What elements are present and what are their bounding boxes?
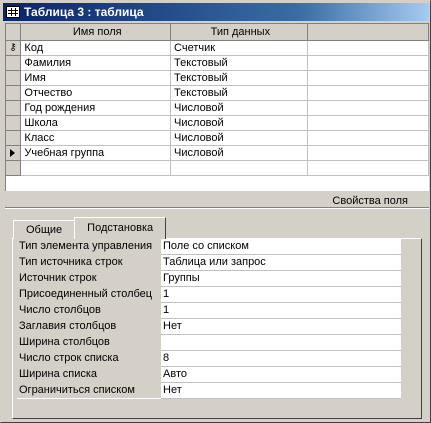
- property-value[interactable]: Поле со списком: [161, 238, 401, 255]
- row-selector[interactable]: [6, 115, 22, 131]
- property-row[interactable]: Ширина списка Авто: [17, 366, 401, 383]
- row-selector[interactable]: [6, 145, 22, 161]
- table-row[interactable]: [6, 160, 430, 176]
- property-name: Тип элемента управления: [17, 238, 161, 254]
- property-row[interactable]: Присоединенный столбец 1: [17, 286, 401, 303]
- field-grid: Имя поля Тип данных ⚷ Код Счетчик Фамилия Те…: [5, 23, 430, 191]
- tab-general[interactable]: Общие: [13, 220, 76, 239]
- description-cell[interactable]: [307, 130, 430, 146]
- property-name: Число столбцов: [17, 302, 161, 318]
- property-name: Число строк списка: [17, 350, 161, 366]
- field-name-cell[interactable]: Код: [20, 40, 172, 56]
- row-selector[interactable]: [6, 55, 22, 71]
- description-cell[interactable]: [307, 145, 430, 161]
- field-name-cell[interactable]: [20, 160, 172, 176]
- row-selector[interactable]: [6, 100, 22, 116]
- description-cell[interactable]: [307, 160, 430, 176]
- property-value[interactable]: Таблица или запрос: [161, 254, 401, 271]
- grid-corner[interactable]: [6, 24, 22, 41]
- row-selector[interactable]: ⚷: [6, 40, 22, 56]
- field-name-header[interactable]: Имя поля: [20, 24, 172, 41]
- field-name-cell[interactable]: Класс: [20, 130, 172, 146]
- property-row[interactable]: Ограничиться списком Нет: [17, 382, 401, 399]
- data-type-cell[interactable]: Числовой: [170, 130, 308, 146]
- property-value[interactable]: 1: [161, 302, 401, 319]
- property-value[interactable]: Нет: [161, 318, 401, 335]
- field-name-cell[interactable]: Имя: [20, 70, 172, 86]
- row-selector[interactable]: [6, 70, 22, 86]
- table-row[interactable]: Имя Текстовый: [6, 70, 430, 86]
- table-row[interactable]: Учебная группа Числовой: [6, 145, 430, 161]
- field-name-cell[interactable]: Школа: [20, 115, 172, 131]
- property-value[interactable]: Авто: [161, 366, 401, 383]
- table-row[interactable]: Год рождения Числовой: [6, 100, 430, 116]
- table-row[interactable]: ⚷ Код Счетчик: [6, 40, 430, 56]
- property-name: Ограничиться списком: [17, 382, 161, 398]
- row-selector[interactable]: [6, 160, 22, 176]
- property-name: Ширина столбцов: [17, 334, 161, 350]
- data-type-cell[interactable]: Числовой: [170, 145, 308, 161]
- property-tabs: Общие Подстановка: [13, 217, 167, 239]
- property-name: Тип источника строк: [17, 254, 161, 270]
- field-name-cell[interactable]: Фамилия: [20, 55, 172, 71]
- property-row[interactable]: Число столбцов 1: [17, 302, 401, 319]
- property-row[interactable]: Источник строк Группы: [17, 270, 401, 287]
- property-row[interactable]: Число строк списка 8: [17, 350, 401, 367]
- property-value[interactable]: Нет: [161, 382, 401, 399]
- table-row[interactable]: Фамилия Текстовый: [6, 55, 430, 71]
- data-type-cell[interactable]: Текстовый: [170, 55, 308, 71]
- property-name: Заглавия столбцов: [17, 318, 161, 334]
- table-row[interactable]: Отчество Текстовый: [6, 85, 430, 101]
- field-name-cell[interactable]: Отчество: [20, 85, 172, 101]
- property-name: Ширина списка: [17, 366, 161, 382]
- title-bar[interactable]: Таблица 3 : таблица: [3, 3, 429, 21]
- key-icon: ⚷: [9, 41, 17, 53]
- divider: [5, 207, 429, 208]
- field-name-cell[interactable]: Учебная группа: [20, 145, 172, 161]
- description-cell[interactable]: [307, 85, 430, 101]
- data-type-cell[interactable]: Текстовый: [170, 85, 308, 101]
- description-cell[interactable]: [307, 40, 430, 56]
- property-name: Присоединенный столбец: [17, 286, 161, 302]
- data-type-cell[interactable]: Числовой: [170, 100, 308, 116]
- table-design-window: Таблица 3 : таблица Имя поля Тип данных …: [0, 0, 431, 423]
- table-icon: [6, 6, 20, 18]
- property-list: Тип элемента управления Поле со списком Ти…: [17, 238, 401, 399]
- property-value[interactable]: 8: [161, 350, 401, 367]
- property-name: Источник строк: [17, 270, 161, 286]
- data-type-cell[interactable]: Числовой: [170, 115, 308, 131]
- property-row[interactable]: Тип источника строк Таблица или запрос: [17, 254, 401, 271]
- data-type-cell[interactable]: Счетчик: [170, 40, 308, 56]
- description-cell[interactable]: [307, 55, 430, 71]
- field-name-cell[interactable]: Год рождения: [20, 100, 172, 116]
- description-header[interactable]: [307, 24, 430, 41]
- table-row[interactable]: Класс Числовой: [6, 130, 430, 146]
- data-type-cell[interactable]: [170, 160, 308, 176]
- row-selector[interactable]: [6, 85, 22, 101]
- property-row[interactable]: Заглавия столбцов Нет: [17, 318, 401, 335]
- table-row[interactable]: Школа Числовой: [6, 115, 430, 131]
- tab-lookup[interactable]: Подстановка: [74, 217, 167, 239]
- data-type-header[interactable]: Тип данных: [170, 24, 308, 41]
- description-cell[interactable]: [307, 100, 430, 116]
- property-row[interactable]: Тип элемента управления Поле со списком: [17, 238, 401, 255]
- description-cell[interactable]: [307, 115, 430, 131]
- description-cell[interactable]: [307, 70, 430, 86]
- property-row[interactable]: Ширина столбцов: [17, 334, 401, 351]
- row-selector[interactable]: [6, 130, 22, 146]
- current-row-arrow-icon: [10, 148, 15, 157]
- data-type-cell[interactable]: Текстовый: [170, 70, 308, 86]
- property-value[interactable]: [161, 334, 401, 351]
- field-properties-label: Свойства поля: [332, 195, 408, 207]
- property-value[interactable]: Группы: [161, 270, 401, 287]
- window-title: Таблица 3 : таблица: [24, 5, 144, 19]
- property-value[interactable]: 1: [161, 286, 401, 303]
